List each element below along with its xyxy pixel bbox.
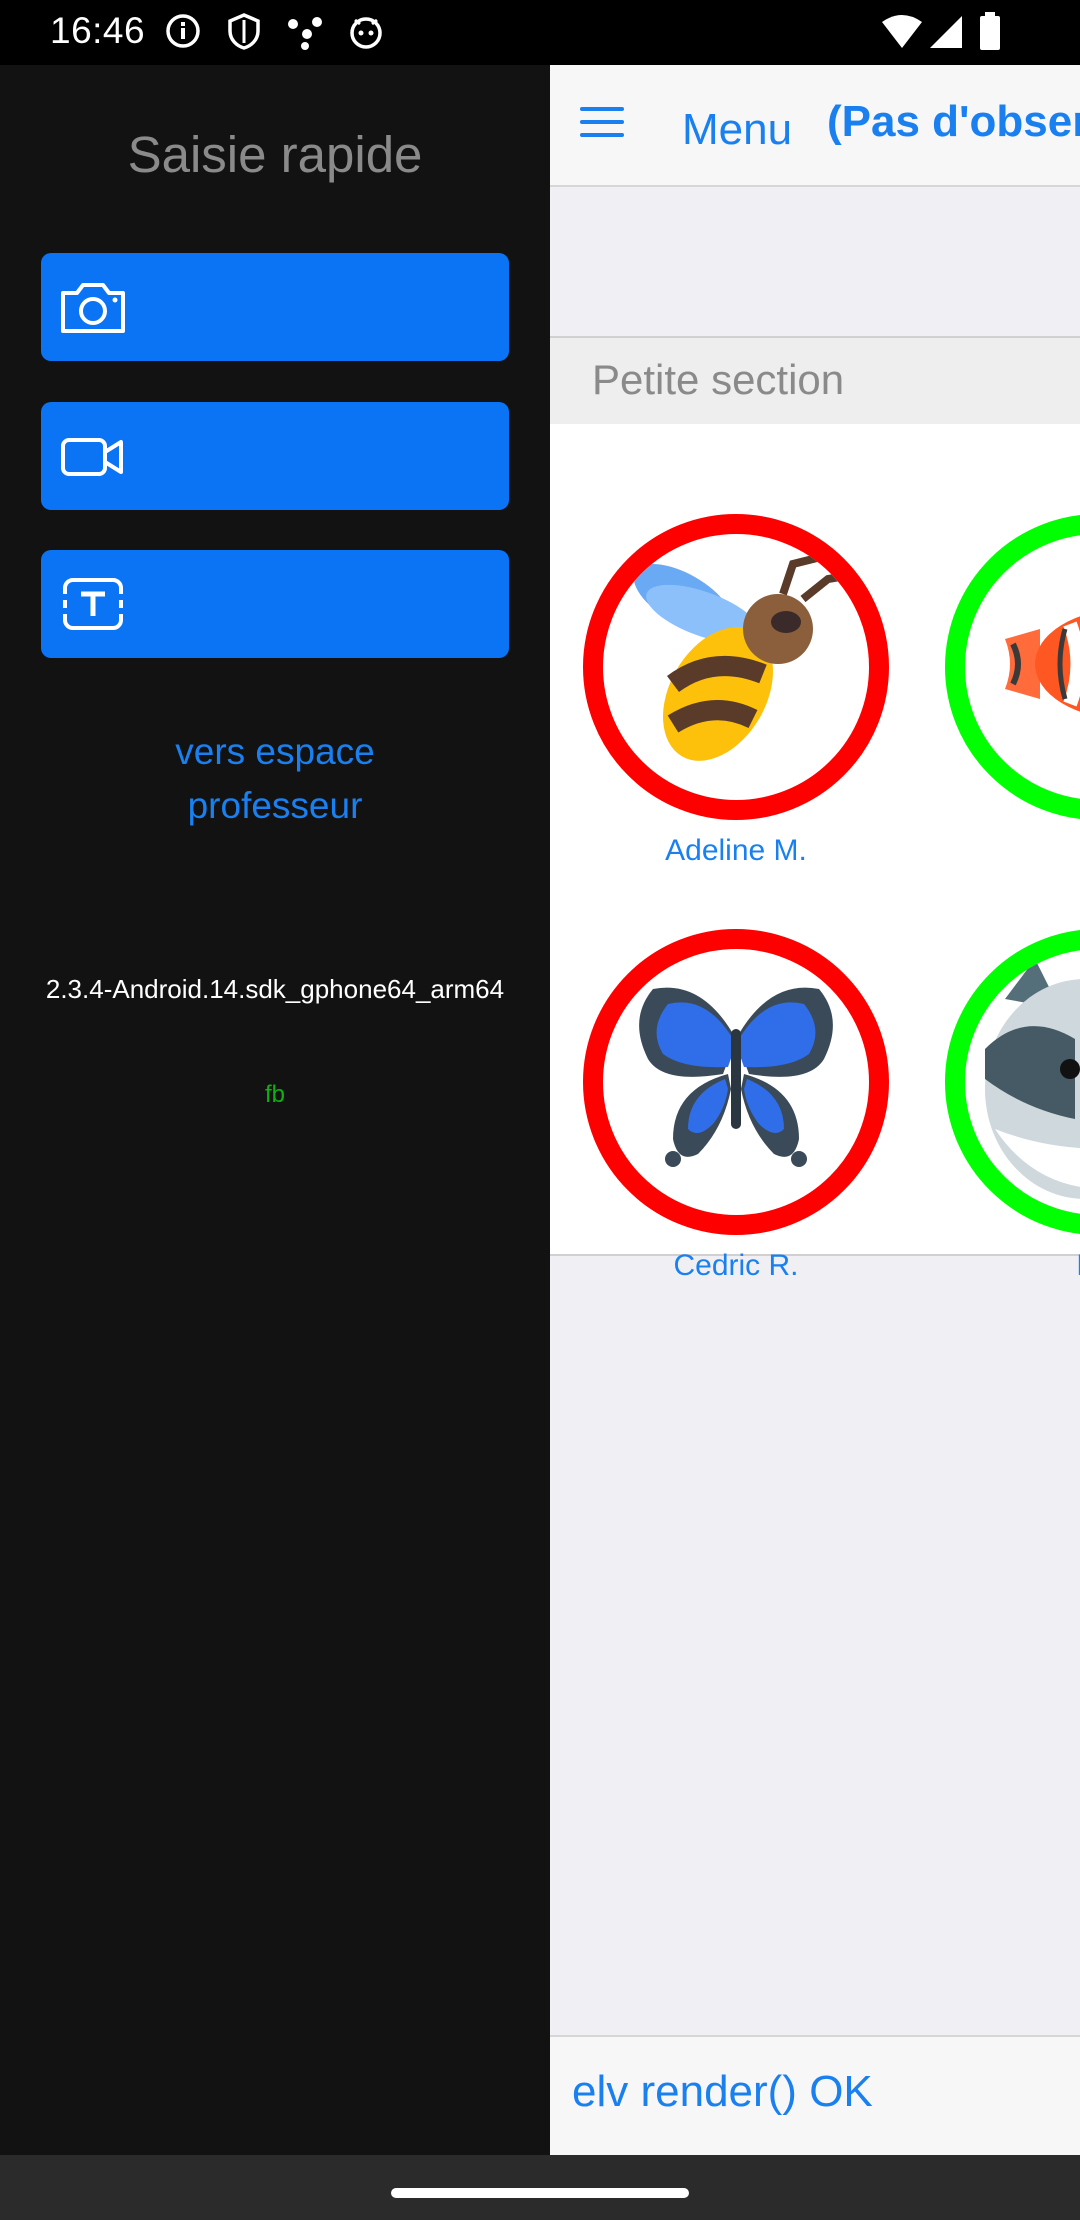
- student-grid: Adeline M. Pa: [550, 424, 1080, 1282]
- student-avatar: [945, 929, 1080, 1235]
- quick-entry-drawer: Saisie rapide vers espace professeur 2.3…: [0, 65, 550, 2155]
- android-icon: [350, 17, 382, 49]
- student-name: Cedric R.: [673, 1249, 799, 1282]
- video-button[interactable]: [41, 402, 509, 510]
- text-button[interactable]: [41, 550, 509, 658]
- status-time: 16:46: [50, 10, 146, 51]
- professor-space-link[interactable]: vers espace professeur: [100, 725, 450, 833]
- butterfly-icon: [639, 987, 833, 1167]
- student-avatar: [583, 929, 889, 1235]
- student-card[interactable]: Pa: [933, 514, 1080, 868]
- raccoon-icon: [985, 959, 1080, 1199]
- home-gesture-handle[interactable]: [391, 2188, 689, 2198]
- main-content: Menu (Pas d'obser Petite section Adeline…: [550, 65, 1080, 2155]
- section-header: Petite section: [550, 338, 1080, 424]
- camera-icon: [61, 283, 125, 333]
- observation-status: (Pas d'obser: [827, 97, 1080, 146]
- student-card[interactable]: Adeline M.: [571, 514, 901, 868]
- render-status: elv render() OK: [572, 2067, 873, 2116]
- battery-icon: [980, 12, 1000, 50]
- version-text: 2.3.4-Android.14.sdk_gphone64_arm64: [45, 974, 505, 1004]
- student-avatar: [583, 514, 889, 820]
- shield-icon: [228, 13, 260, 50]
- student-name: Ele: [933, 1249, 1080, 1283]
- navigation-bar: [0, 2155, 1080, 2220]
- hamburger-menu-icon[interactable]: [580, 107, 624, 137]
- camera-button[interactable]: [41, 253, 509, 361]
- menu-button[interactable]: Menu: [682, 105, 792, 155]
- bee-icon: [633, 550, 859, 761]
- student-card[interactable]: Cedric R.: [571, 929, 901, 1283]
- video-icon: [61, 438, 123, 476]
- wifi-icon: [882, 15, 922, 48]
- fish-icon: [1005, 616, 1080, 712]
- info-icon: [166, 14, 200, 48]
- student-card[interactable]: Ele: [933, 929, 1080, 1283]
- fb-label: fb: [264, 1081, 285, 1108]
- signal-icon: [930, 16, 962, 48]
- connection-dots-icon: [288, 17, 322, 50]
- status-bar: 16:46: [0, 0, 1080, 65]
- student-avatar: [945, 514, 1080, 820]
- student-name: Adeline M.: [665, 834, 807, 867]
- text-icon: [63, 578, 123, 630]
- student-name: Pa: [933, 834, 1080, 868]
- top-header: Menu (Pas d'obser: [550, 65, 1080, 187]
- footer-bar: elv render() OK: [550, 2035, 1080, 2155]
- drawer-title: Saisie rapide: [127, 126, 423, 183]
- section-title: Petite section: [592, 356, 845, 403]
